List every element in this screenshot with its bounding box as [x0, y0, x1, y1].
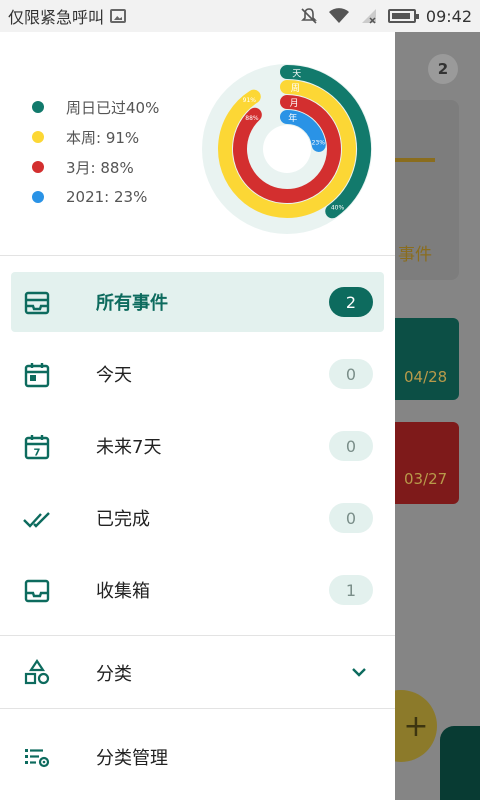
divider: [0, 708, 395, 709]
legend-item: 2021: 23%: [32, 182, 159, 212]
ring-value-label: 91%: [243, 97, 257, 104]
legend-item: 周日已过40%: [32, 92, 159, 122]
progress-chart: 周日已过40% 本周: 91% 3月: 88% 2021: 23% 天 40% 周 9…: [0, 32, 395, 256]
nav-item-all-events[interactable]: 所有事件 2: [11, 272, 384, 332]
mute-icon: [300, 8, 317, 24]
svg-text:7: 7: [34, 448, 41, 459]
category-expander[interactable]: 分类: [0, 642, 395, 702]
count-badge: 0: [329, 359, 373, 389]
legend-label: 2021: 23%: [66, 188, 148, 206]
chart-legend: 周日已过40% 本周: 91% 3月: 88% 2021: 23%: [32, 92, 159, 212]
background-event-card-green: [395, 318, 459, 400]
nav-label: 未来7天: [96, 437, 162, 458]
carrier-text: 仅限紧急呼叫: [8, 8, 105, 27]
inbox-icon: [24, 579, 50, 603]
count-badge: 1: [329, 575, 373, 605]
ring-value-label: 88%: [245, 115, 259, 122]
nav-item-inbox[interactable]: 收集箱 1: [11, 560, 384, 620]
legend-dot: [32, 161, 44, 173]
nav-label: 所有事件: [96, 293, 168, 314]
shapes-icon: [24, 659, 50, 685]
list-settings-icon: [25, 749, 50, 768]
divider: [0, 635, 395, 636]
legend-label: 3月: 88%: [66, 158, 134, 177]
legend-dot: [32, 191, 44, 203]
background-event-card-red: [395, 422, 459, 504]
image-icon: [110, 9, 127, 23]
wifi-icon: [328, 8, 349, 23]
calendar-today-icon: [24, 363, 50, 388]
battery-icon: [387, 9, 419, 23]
background-progress-line: [395, 158, 435, 162]
count-badge: 0: [329, 503, 373, 533]
background-badge: 2: [428, 54, 458, 84]
no-signal-icon: [361, 9, 376, 24]
nav-item-next-7-days[interactable]: 7 未来7天 0: [11, 416, 384, 476]
ring-center: [263, 125, 311, 173]
background-event-text: 事件: [398, 245, 432, 265]
legend-dot: [32, 101, 44, 113]
ring-chart: 天 40% 周 91% 月 88% 年 23%: [202, 64, 372, 234]
background-date: 03/27: [404, 470, 448, 488]
ring-label: 天: [292, 69, 301, 79]
status-bar: 仅限紧急呼叫 09:42: [0, 0, 480, 32]
ring-label: 月: [290, 98, 299, 109]
legend-item: 本周: 91%: [32, 122, 159, 152]
double-check-icon: [23, 512, 50, 528]
legend-label: 本周: 91%: [66, 128, 140, 147]
ring-label: 周: [291, 83, 300, 94]
divider: [0, 255, 395, 256]
category-manage-item[interactable]: 分类管理: [0, 726, 395, 786]
nav-label: 已完成: [96, 509, 150, 530]
ring-label: 年: [288, 112, 297, 124]
category-manage-label: 分类管理: [96, 748, 168, 769]
background-bottom-bar: [440, 726, 480, 800]
count-badge: 2: [329, 287, 373, 317]
legend-label: 周日已过40%: [66, 98, 160, 117]
calendar-7-icon: 7: [24, 435, 50, 460]
legend-dot: [32, 131, 44, 143]
legend-item: 3月: 88%: [32, 152, 159, 182]
ring-value-label: 40%: [331, 205, 345, 212]
nav-label: 今天: [96, 365, 132, 386]
nav-label: 收集箱: [96, 581, 150, 602]
clock: 09:42: [425, 6, 472, 26]
background-date: 04/28: [404, 368, 448, 386]
ring-value-label: 23%: [312, 140, 326, 147]
count-badge: 0: [329, 431, 373, 461]
inbox-stack-icon: [24, 291, 50, 315]
category-label: 分类: [96, 664, 132, 685]
nav-item-completed[interactable]: 已完成 0: [11, 488, 384, 548]
navigation-drawer: 周日已过40% 本周: 91% 3月: 88% 2021: 23% 天 40% 周 9…: [0, 32, 395, 800]
nav-item-today[interactable]: 今天 0: [11, 344, 384, 404]
chevron-down-icon: [352, 668, 366, 677]
